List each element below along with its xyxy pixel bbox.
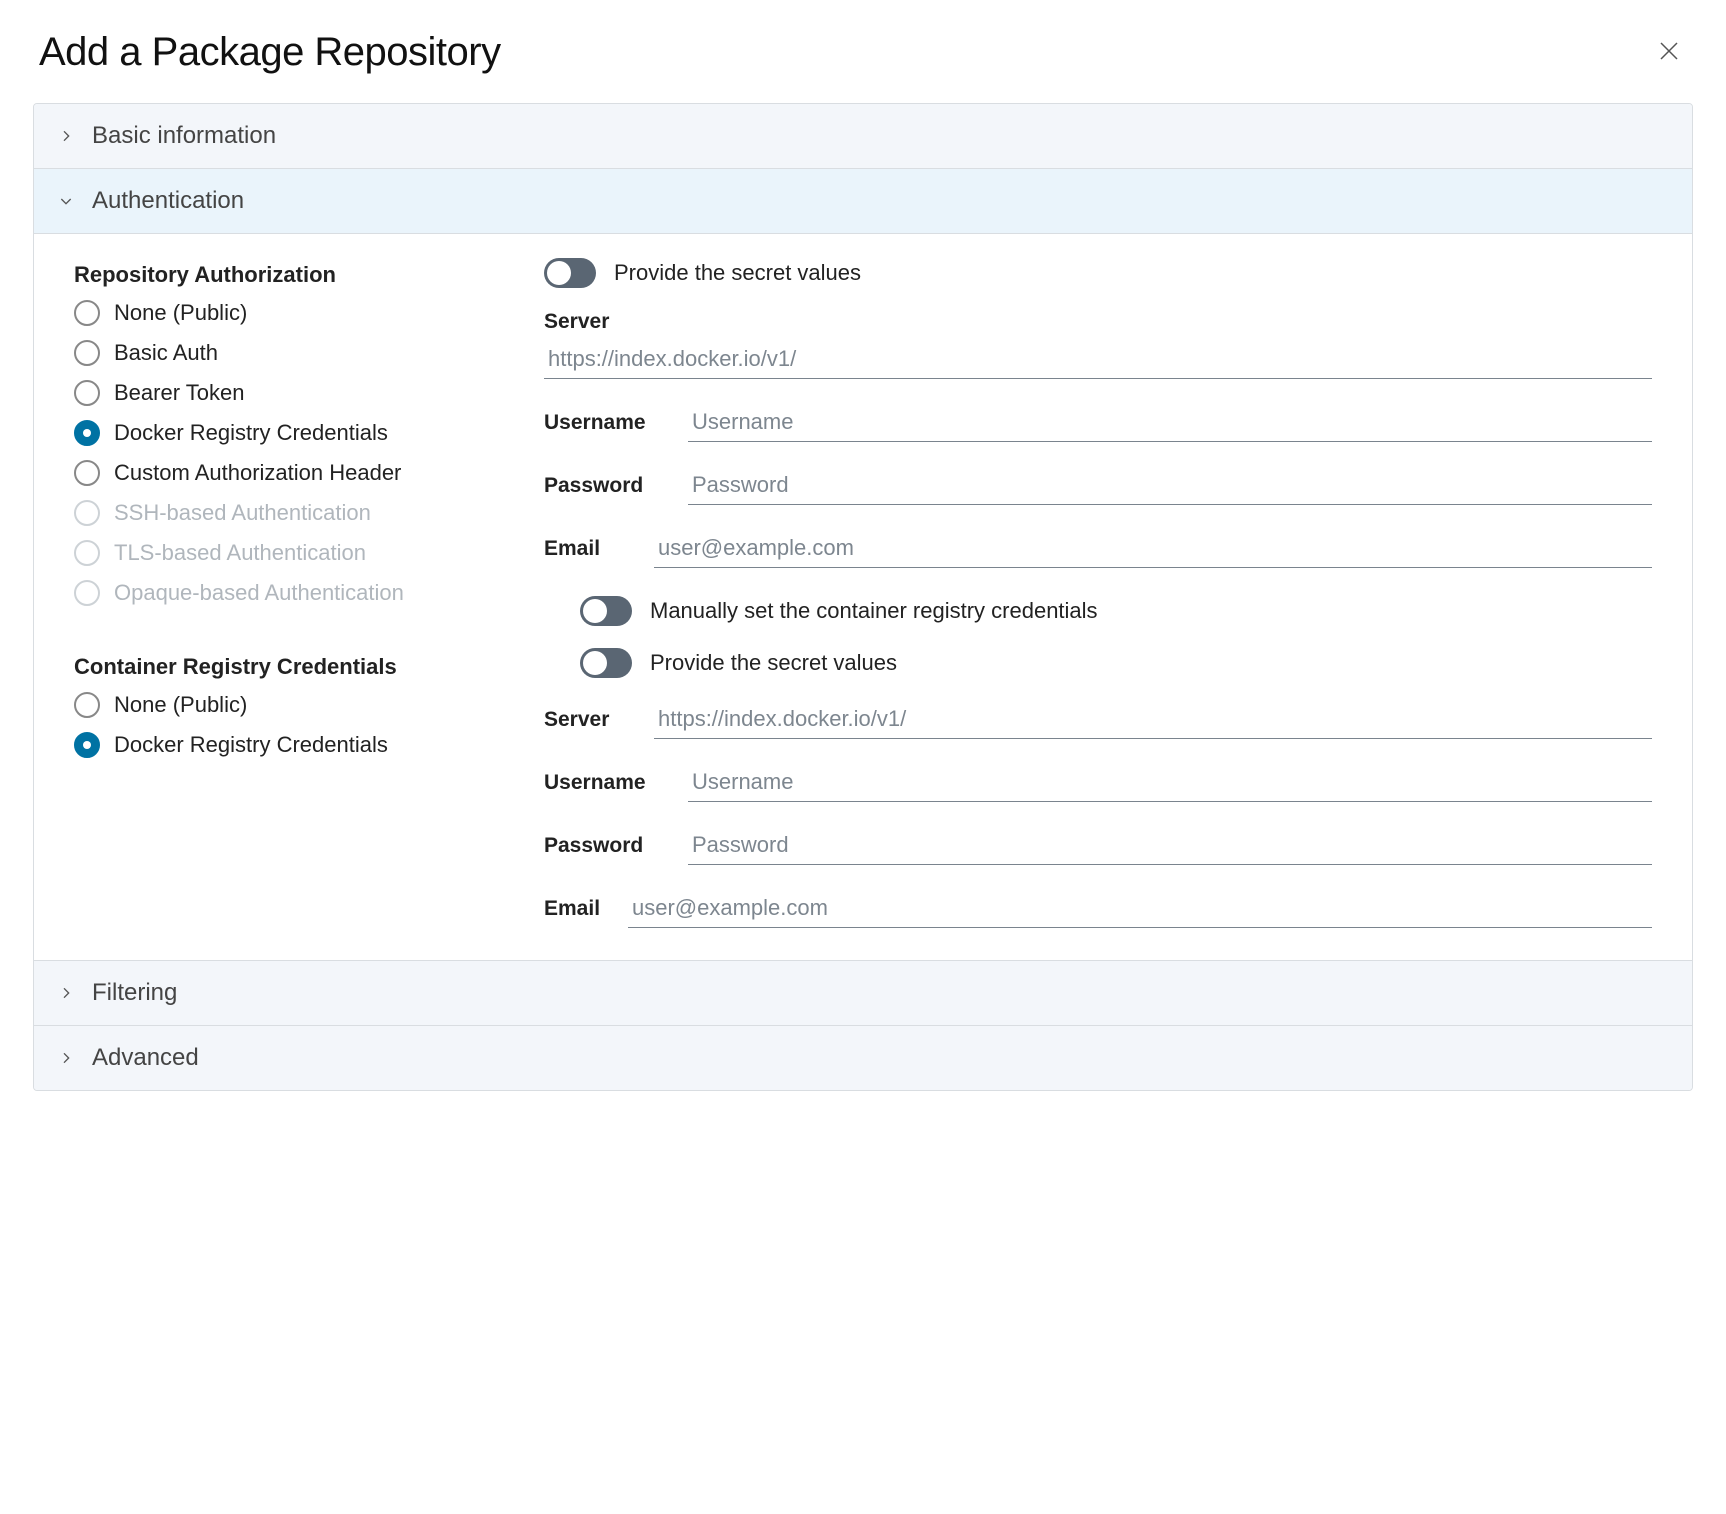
radio-custom-header[interactable]: Custom Authorization Header [74,460,504,486]
email-input-2[interactable] [628,889,1652,928]
right-column: Provide the secret values Server Usernam… [544,258,1652,932]
field-server-2: Server [544,700,1652,739]
container-creds-radio-group: None (Public) Docker Registry Credential… [74,692,504,758]
section-title: Authentication [92,187,244,215]
username-input-1[interactable] [688,403,1652,442]
section-authentication[interactable]: Authentication [34,169,1692,234]
add-package-repo-modal: Add a Package Repository Basic informati… [33,30,1693,1091]
modal-title: Add a Package Repository [39,30,501,75]
radio-none-public[interactable]: None (Public) [74,300,504,326]
close-icon [1657,39,1681,63]
close-button[interactable] [1651,33,1687,72]
chevron-right-icon [58,985,74,1001]
radio-tls-auth: TLS-based Authentication [74,540,504,566]
section-advanced[interactable]: Advanced [34,1026,1692,1090]
radio-opaque-auth: Opaque-based Authentication [74,580,504,606]
toggle-provide-secret-2: Provide the secret values [544,648,1652,678]
field-email-1: Email [544,529,1652,568]
radio-container-none[interactable]: None (Public) [74,692,504,718]
container-form-section: Manually set the container registry cred… [544,596,1652,928]
left-column: Repository Authorization None (Public) B… [74,258,504,932]
password-input-2[interactable] [688,826,1652,865]
field-password-1: Password [544,466,1652,505]
server-input-1[interactable] [544,340,1652,379]
section-title: Advanced [92,1044,199,1072]
section-title: Filtering [92,979,177,1007]
section-filtering[interactable]: Filtering [34,961,1692,1026]
radio-ssh-auth: SSH-based Authentication [74,500,504,526]
container-creds-heading: Container Registry Credentials [74,654,504,680]
chevron-right-icon [58,128,74,144]
toggle-switch[interactable] [544,258,596,288]
email-input-1[interactable] [654,529,1652,568]
toggle-switch[interactable] [580,648,632,678]
chevron-right-icon [58,1050,74,1066]
authentication-body: Repository Authorization None (Public) B… [34,234,1692,961]
server-input-2[interactable] [654,700,1652,739]
modal-header: Add a Package Repository [33,30,1693,103]
field-password-2: Password [544,826,1652,865]
accordion: Basic information Authentication Reposit… [33,103,1693,1091]
repo-auth-radio-group: None (Public) Basic Auth Bearer Token Do… [74,300,504,606]
toggle-switch[interactable] [580,596,632,626]
section-title: Basic information [92,122,276,150]
radio-docker-registry[interactable]: Docker Registry Credentials [74,420,504,446]
field-server-1: Server [544,310,1652,379]
toggle-manual-set: Manually set the container registry cred… [544,596,1652,626]
radio-container-docker[interactable]: Docker Registry Credentials [74,732,504,758]
radio-bearer-token[interactable]: Bearer Token [74,380,504,406]
repo-auth-heading: Repository Authorization [74,262,504,288]
toggle-provide-secret-1: Provide the secret values [544,258,1652,288]
section-basic-information[interactable]: Basic information [34,104,1692,169]
password-input-1[interactable] [688,466,1652,505]
field-username-2: Username [544,763,1652,802]
field-username-1: Username [544,403,1652,442]
field-email-2: Email [544,889,1652,928]
chevron-down-icon [58,193,74,209]
username-input-2[interactable] [688,763,1652,802]
radio-basic-auth[interactable]: Basic Auth [74,340,504,366]
